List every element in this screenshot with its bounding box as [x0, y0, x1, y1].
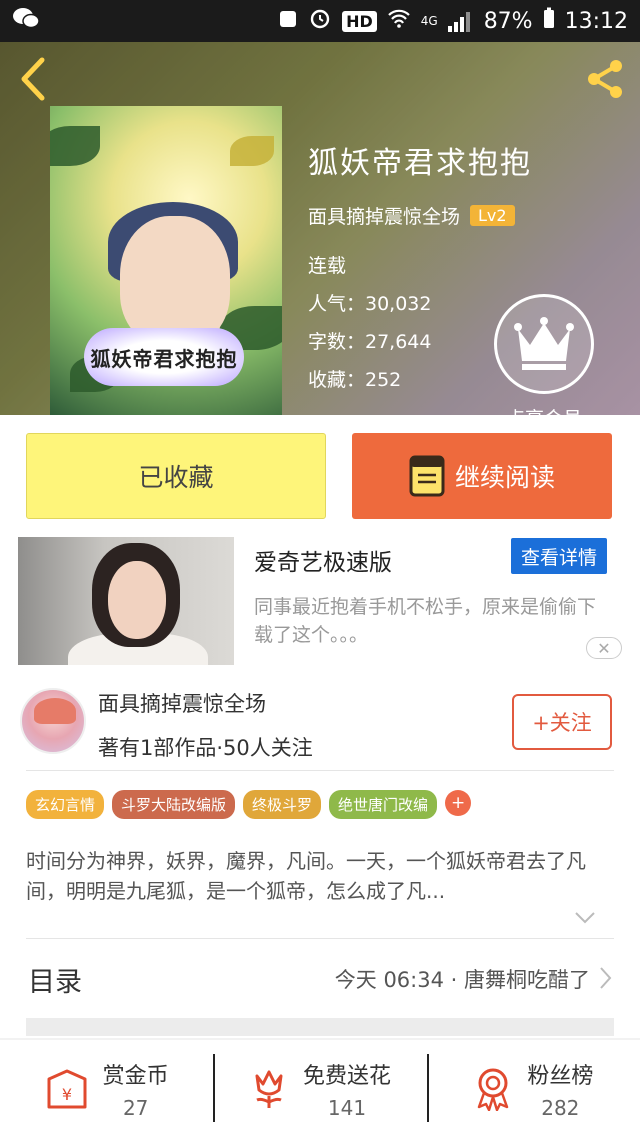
ad-banner[interactable]: 爱奇艺极速版 查看详情 同事最近抱着手机不松手，原来是偷偷下载了这个。。。 ✕	[0, 535, 640, 670]
free-flower-label: 免费送花	[302, 1064, 391, 1089]
author-stats: 著有1部作品·50人关注	[98, 736, 313, 760]
clock: 13:12	[564, 8, 628, 34]
table-of-contents-row[interactable]: 目录 今天 06:34 · 唐舞桐吃醋了	[0, 948, 640, 1014]
free-flower-count: 141	[327, 1096, 367, 1120]
author-level-badge: Lv2	[470, 205, 515, 226]
continue-reading-label: 继续阅读	[454, 463, 555, 492]
ad-details-button[interactable]: 查看详情	[511, 538, 607, 574]
battery-icon	[543, 7, 555, 35]
hd-badge: HD	[342, 10, 377, 32]
add-tag-button[interactable]: +	[445, 790, 472, 816]
battery-level: 87%	[483, 8, 533, 34]
cover-title: 狐妖帝君求抱抱	[90, 346, 238, 371]
svg-text:¥: ¥	[62, 1085, 72, 1104]
divider	[26, 770, 614, 771]
tag-item[interactable]: 斗罗大陆改编版	[112, 790, 236, 819]
section-gap	[26, 1018, 614, 1036]
fan-ranking-label: 粉丝榜	[527, 1064, 594, 1089]
book-header: 狐妖帝君求抱抱 狐妖帝君求抱抱 面具摘掉震惊全场 Lv2 连载 人气：30,03…	[0, 42, 640, 415]
close-icon: ✕	[597, 638, 611, 658]
bottom-stats-bar: ¥ 赏金币 27 免费送花 141 粉丝榜 282	[0, 1040, 640, 1138]
status-bar: HD 4G 87% 13:12	[0, 0, 640, 42]
book-icon	[409, 455, 445, 497]
fan-ranking-button[interactable]: 粉丝榜 282	[426, 1040, 640, 1138]
book-cover[interactable]: 狐妖帝君求抱抱	[50, 106, 282, 415]
favorites-stat: 收藏：252	[308, 369, 402, 391]
wechat-icon	[12, 6, 40, 36]
android-icon	[278, 7, 298, 35]
share-icon	[588, 60, 622, 98]
back-button[interactable]	[16, 56, 56, 104]
expand-synopsis-button[interactable]	[574, 910, 596, 929]
vip-label[interactable]: 点亮会员	[488, 404, 600, 415]
tag-item[interactable]: 终极斗罗	[243, 790, 322, 819]
ad-description[interactable]: 同事最近抱着手机不松手，原来是偷偷下载了这个。。。	[254, 593, 614, 649]
vip-button[interactable]	[494, 294, 594, 394]
book-author[interactable]: 面具摘掉震惊全场	[308, 202, 460, 229]
network-type: 4G	[420, 14, 438, 28]
continue-reading-button[interactable]: 继续阅读	[352, 433, 612, 519]
cover-title-band: 狐妖帝君求抱抱	[84, 328, 244, 386]
reward-coins-count: 27	[122, 1096, 149, 1120]
reward-coins-label: 赏金币	[102, 1064, 169, 1089]
flower-icon	[255, 1070, 283, 1108]
free-flower-button[interactable]: 免费送花 141	[213, 1040, 426, 1138]
reward-coins-button[interactable]: ¥ 赏金币 27	[0, 1040, 213, 1138]
follow-button[interactable]: +关注	[512, 694, 612, 750]
crown-icon	[514, 317, 574, 370]
toc-label: 目录	[28, 967, 82, 998]
chevron-right-icon	[598, 966, 612, 994]
fan-ranking-count: 282	[541, 1096, 580, 1120]
chevron-down-icon	[575, 912, 595, 924]
wifi-icon	[387, 7, 411, 35]
author-name[interactable]: 面具摘掉震惊全场	[98, 688, 266, 718]
tag-item[interactable]: 绝世唐门改编	[329, 790, 438, 819]
signal-icon	[447, 10, 474, 32]
divider	[26, 938, 614, 939]
medal-icon	[478, 1068, 509, 1111]
avatar[interactable]	[20, 688, 86, 754]
latest-chapter: 今天 06:34 · 唐舞桐吃醋了	[334, 968, 590, 992]
tag-item[interactable]: 玄幻言情	[26, 790, 105, 819]
saved-button[interactable]: 已收藏	[26, 433, 326, 519]
reward-envelope-icon: ¥	[47, 1069, 87, 1109]
popularity-stat: 人气：30,032	[308, 293, 432, 315]
book-title: 狐妖帝君求抱抱	[308, 146, 532, 181]
ad-close-button[interactable]: ✕	[586, 637, 622, 659]
author-section: 面具摘掉震惊全场 著有1部作品·50人关注 +关注 玄幻言情 斗罗大陆改编版 终…	[0, 670, 640, 1038]
share-button[interactable]	[582, 56, 628, 102]
chevron-left-icon	[21, 57, 45, 101]
tag-list: 玄幻言情 斗罗大陆改编版 终极斗罗 绝世唐门改编 +	[26, 790, 472, 819]
ad-image[interactable]	[18, 537, 234, 665]
alarm-icon	[308, 6, 332, 36]
serial-status: 连载	[308, 255, 347, 277]
ad-title[interactable]: 爱奇艺极速版	[254, 543, 392, 577]
action-bar: 已收藏 继续阅读	[0, 415, 640, 535]
synopsis[interactable]: 时间分为神界，妖界，魔界，凡间。一天，一个狐妖帝君去了凡间，明明是九尾狐，是一个…	[26, 846, 614, 906]
